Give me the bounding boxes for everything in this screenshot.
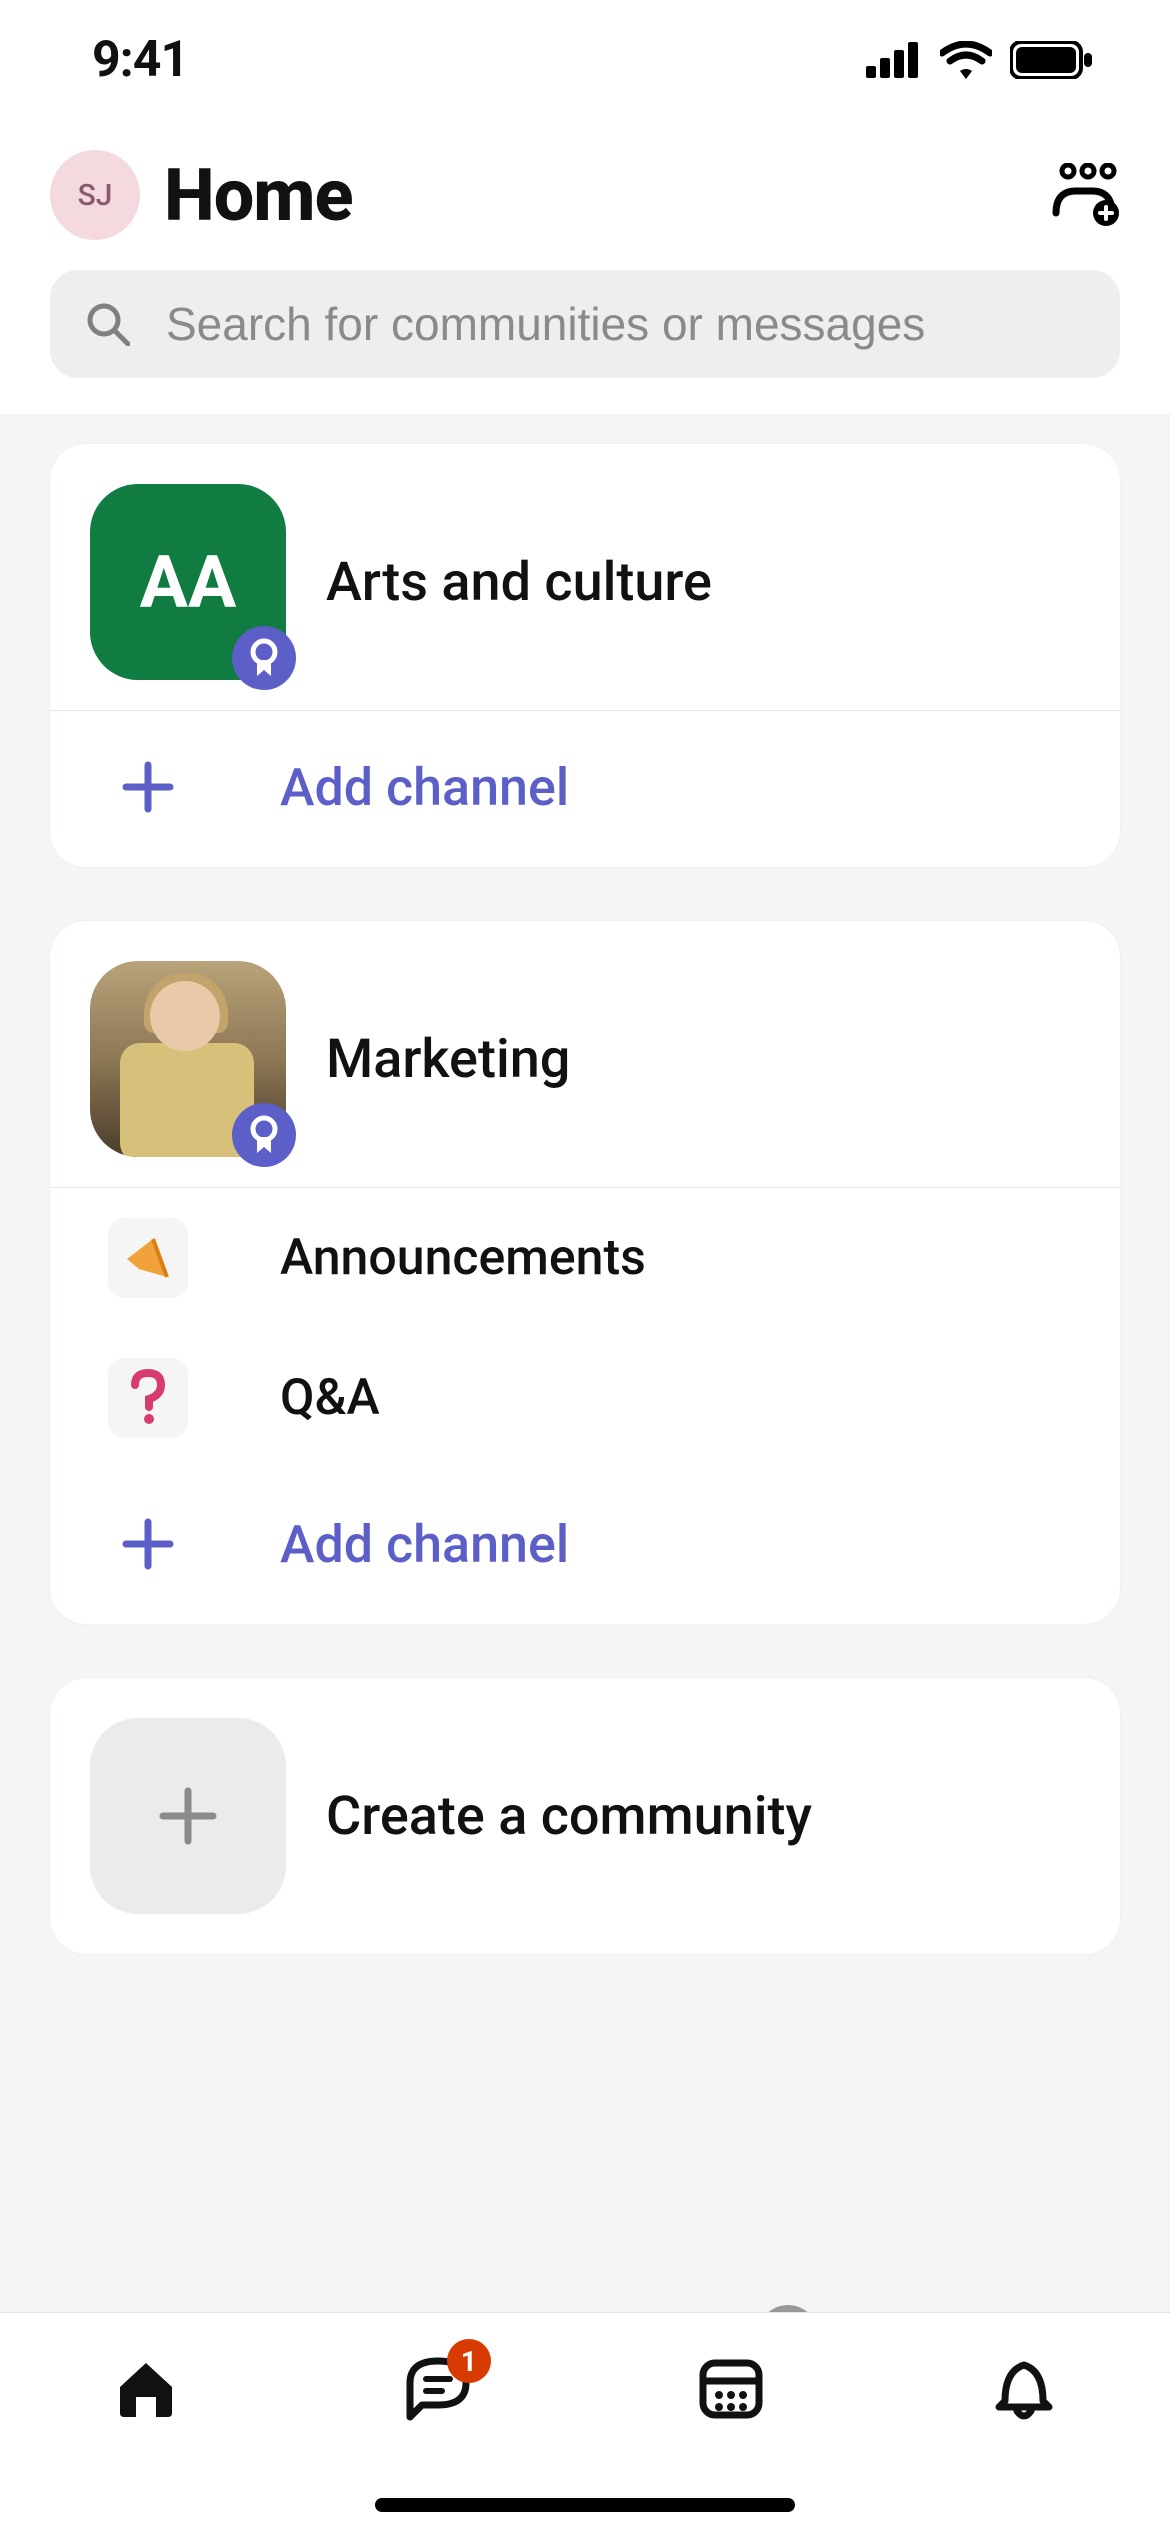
- search-input[interactable]: [166, 297, 1084, 351]
- search-bar[interactable]: [50, 270, 1120, 378]
- add-channel-button[interactable]: Add channel: [50, 1468, 1120, 1624]
- home-indicator: [375, 2498, 795, 2512]
- channel-row[interactable]: Q&A: [50, 1328, 1120, 1468]
- community-initials: AA: [140, 540, 237, 625]
- channel-label: Announcements: [280, 1229, 646, 1287]
- owner-badge: [232, 1103, 296, 1167]
- ribbon-icon: [247, 638, 281, 678]
- plus-icon: [120, 1516, 176, 1572]
- people-add-icon: [1050, 163, 1120, 227]
- main: AA Arts and culture Add channel: [0, 414, 1170, 1954]
- bell-icon: [991, 2351, 1057, 2423]
- community-tile: [90, 961, 286, 1157]
- wifi-icon: [940, 41, 992, 79]
- tab-home[interactable]: [86, 2351, 206, 2423]
- create-community-card: Create a community: [50, 1678, 1120, 1954]
- megaphone-icon: [119, 1229, 177, 1287]
- community-card: AA Arts and culture Add channel: [50, 444, 1120, 867]
- plus-icon: [153, 1781, 223, 1851]
- status-bar: 9:41: [0, 0, 1170, 120]
- community-name: Marketing: [326, 1028, 570, 1091]
- add-people-button[interactable]: [1050, 163, 1120, 227]
- channel-label: Q&A: [280, 1369, 380, 1427]
- create-community-button[interactable]: Create a community: [50, 1678, 1120, 1954]
- cellular-icon: [866, 42, 922, 78]
- add-channel-button[interactable]: Add channel: [50, 710, 1120, 867]
- search-icon: [86, 302, 130, 346]
- plus-icon: [120, 759, 176, 815]
- community-header-row[interactable]: AA Arts and culture: [50, 444, 1120, 710]
- battery-icon: [1010, 41, 1092, 79]
- community-card: Marketing Announcements Q&A: [50, 921, 1120, 1624]
- create-community-label: Create a community: [326, 1785, 812, 1848]
- tab-activity[interactable]: [964, 2351, 1084, 2423]
- community-tile: AA: [90, 484, 286, 680]
- status-time: 9:41: [92, 31, 188, 89]
- owner-badge: [232, 626, 296, 690]
- ribbon-icon: [247, 1115, 281, 1155]
- header: SJ Home: [0, 120, 1170, 270]
- channel-icon: [108, 1358, 188, 1438]
- home-icon: [110, 2351, 182, 2423]
- question-icon: [127, 1369, 169, 1427]
- community-name: Arts and culture: [326, 551, 712, 614]
- add-channel-label: Add channel: [280, 757, 569, 818]
- add-channel-label: Add channel: [280, 1514, 569, 1575]
- search-wrap: [0, 270, 1170, 414]
- status-icons: [866, 41, 1092, 79]
- calendar-icon: [695, 2351, 767, 2423]
- page-title: Home: [164, 153, 353, 238]
- channel-icon: [108, 1218, 188, 1298]
- channel-row[interactable]: Announcements: [50, 1187, 1120, 1328]
- chat-badge: 1: [447, 2339, 491, 2383]
- create-tile: [90, 1718, 286, 1914]
- community-header-row[interactable]: Marketing: [50, 921, 1120, 1187]
- tab-chat[interactable]: 1: [379, 2351, 499, 2423]
- avatar[interactable]: SJ: [50, 150, 140, 240]
- tab-calendar[interactable]: [671, 2351, 791, 2423]
